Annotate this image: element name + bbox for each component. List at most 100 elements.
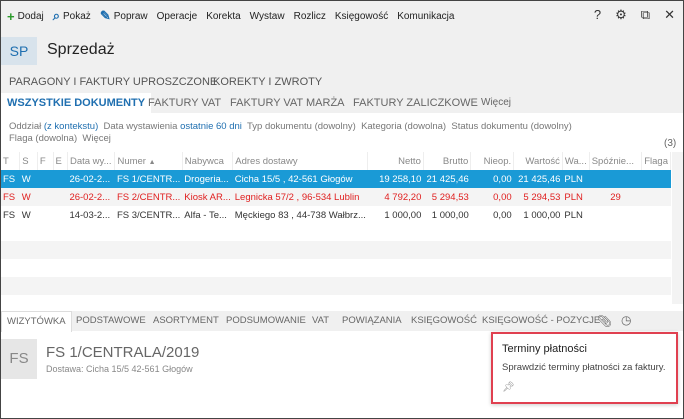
- filter-date[interactable]: Data wystawienia ostatnie 60 dni: [104, 121, 242, 132]
- tab-advance-invoices[interactable]: FAKTURY ZALICZKOWE: [347, 93, 484, 113]
- col-currency[interactable]: Wa...: [562, 152, 590, 170]
- table-cell: [642, 206, 671, 224]
- add-button[interactable]: + Dodaj: [7, 9, 44, 24]
- document-tabs: WSZYSTKIE DOKUMENTY FAKTURY VAT FAKTURY …: [1, 93, 683, 113]
- col-date[interactable]: Data wy...: [67, 152, 116, 170]
- restore-window-icon[interactable]: ⧉: [641, 7, 650, 23]
- filter-more[interactable]: Więcej: [82, 133, 111, 144]
- tab-vat[interactable]: VAT: [307, 311, 334, 331]
- table-cell: [641, 188, 671, 206]
- tab-receipts[interactable]: PARAGONY I FAKTURY UPROSZCZONE: [9, 76, 217, 88]
- table-cell: 1 000,00: [384, 209, 422, 221]
- top-tabs: PARAGONY I FAKTURY UPROSZCZONE KOREKTY I…: [1, 71, 683, 93]
- tab-accounting-items[interactable]: KSIĘGOWOŚĆ - POZYCJE: [477, 311, 605, 331]
- filter-bar: Oddział (z kontekstu) Data wystawienia o…: [9, 121, 572, 132]
- table-cell: FS: [3, 209, 16, 221]
- table-cell: 1 000,00: [431, 209, 469, 221]
- tab-margin-invoices[interactable]: FAKTURY VAT MARŻA: [224, 93, 351, 113]
- table-cell: [641, 170, 671, 188]
- col-t[interactable]: T: [1, 152, 21, 170]
- correction-menu[interactable]: Korekta: [206, 11, 240, 22]
- table-header: T S F E Data wy... Numer ▲ Nabywca Adres…: [1, 152, 671, 170]
- col-unpaid[interactable]: Nieop.: [470, 152, 515, 170]
- table-cell: [53, 206, 67, 224]
- tab-summary[interactable]: PODSUMOWANIE: [221, 311, 311, 331]
- table-cell: PLN: [562, 170, 590, 188]
- table-cell: FS 3/CENTR...: [116, 209, 181, 221]
- table-row[interactable]: FS W 26-02-2... FS 2/CENTR... Kiosk AR... Leg…: [1, 188, 671, 206]
- search-icon: ⌕: [52, 8, 61, 23]
- col-address[interactable]: Adres dostawy: [232, 152, 369, 170]
- notification-text: Sprawdzić terminy płatności za faktury.: [502, 362, 666, 373]
- communication-menu[interactable]: Komunikacja: [397, 11, 454, 22]
- pencil-icon: ✎: [99, 8, 111, 23]
- accounting-menu[interactable]: Księgowość: [335, 11, 388, 22]
- table-cell: 0,00: [470, 170, 514, 188]
- tab-accounting[interactable]: KSIĘGOWOŚĆ: [406, 311, 482, 331]
- issue-menu[interactable]: Wystaw: [250, 11, 285, 22]
- settle-menu[interactable]: Rozlicz: [294, 11, 326, 22]
- documents-table: T S F E Data wy... Numer ▲ Nabywca Adres…: [1, 152, 671, 224]
- table-cell: 0,00: [470, 188, 514, 206]
- tab-links[interactable]: POWIĄZANIA: [337, 311, 407, 331]
- tab-card[interactable]: WIZYTÓWKA: [1, 311, 72, 332]
- tab-assortment[interactable]: ASORTYMENT: [148, 311, 224, 331]
- history-icon[interactable]: ◷: [621, 313, 631, 327]
- table-cell: Drogeria...: [182, 170, 233, 188]
- operations-menu[interactable]: Operacje: [157, 11, 198, 22]
- filter-status[interactable]: Status dokumentu (dowolny): [451, 121, 571, 132]
- table-cell: W: [19, 170, 38, 188]
- col-f[interactable]: F: [37, 152, 54, 170]
- table-cell: 1 000,00: [523, 209, 561, 221]
- col-buyer[interactable]: Nabywca: [182, 152, 234, 170]
- table-row[interactable]: FS W 14-03-2... FS 3/CENTR... Alfa - Te... Mę…: [1, 206, 671, 224]
- table-cell: PLN: [564, 209, 583, 221]
- table-cell: 19 258,10: [367, 170, 424, 188]
- table-scrollbar[interactable]: [672, 152, 683, 304]
- table-cell: Legnicka 57/2 , 96-534 Lublin: [232, 188, 368, 206]
- edit-button[interactable]: ✎ Popraw: [100, 8, 148, 24]
- filter-category[interactable]: Kategoria (dowolna): [361, 121, 446, 132]
- table-cell: 5 294,53: [423, 188, 471, 206]
- notification-popup: Terminy płatności Sprawdzić terminy płat…: [491, 332, 678, 404]
- table-cell: [53, 188, 68, 206]
- table-cell: 4 792,20: [367, 188, 424, 206]
- pin-icon[interactable]: 📌︎: [502, 382, 667, 393]
- table-cell: 26-02-2...: [67, 170, 115, 188]
- show-button[interactable]: ⌕ Pokaż: [53, 8, 91, 24]
- col-number[interactable]: Numer ▲: [114, 152, 183, 170]
- filter-flag[interactable]: Flaga (dowolna): [9, 133, 77, 144]
- page-title: Sprzedaż: [47, 41, 115, 58]
- tab-all-documents[interactable]: WSZYSTKIE DOKUMENTY: [1, 93, 152, 113]
- col-delay[interactable]: Spóźnie...: [589, 152, 643, 170]
- gear-icon[interactable]: ⚙: [615, 7, 627, 23]
- col-s[interactable]: S: [19, 152, 38, 170]
- detail-tabs: WIZYTÓWKA PODSTAWOWE ASORTYMENT PODSUMOW…: [1, 311, 683, 332]
- tab-vat-invoices[interactable]: FAKTURY VAT: [142, 93, 227, 113]
- table-cell: 5 294,53: [513, 188, 563, 206]
- col-flag[interactable]: Flaga: [641, 152, 671, 170]
- filter-doc-type[interactable]: Typ dokumentu (dowolny): [247, 121, 356, 132]
- page-header: SP Sprzedaż: [1, 31, 683, 71]
- document-type-badge: FS: [1, 339, 37, 379]
- toolbar: + Dodaj ⌕ Pokaż ✎ Popraw Operacje Korekta W…: [1, 1, 683, 31]
- document-number: FS 1/CENTRALA/2019: [46, 344, 200, 361]
- paperclip-icon[interactable]: 📎︎: [597, 314, 612, 328]
- table-cell: FS: [1, 170, 20, 188]
- table-cell: 14-03-2...: [69, 209, 111, 221]
- tab-more[interactable]: Więcej: [475, 93, 517, 113]
- table-cell: W: [21, 209, 31, 221]
- tab-corrections[interactable]: KOREKTY I ZWROTY: [213, 76, 322, 88]
- table-cell: 21 425,46: [423, 170, 471, 188]
- col-e[interactable]: E: [53, 152, 68, 170]
- close-icon[interactable]: ✕: [664, 7, 675, 23]
- filter-branch[interactable]: Oddział (z kontekstu): [9, 121, 98, 132]
- delivery-address: Dostawa: Cicha 15/5 42-561 Głogów: [46, 364, 193, 374]
- help-icon[interactable]: ?: [594, 7, 601, 23]
- table-cell: 29: [589, 188, 642, 206]
- col-gross[interactable]: Brutto: [423, 152, 472, 170]
- tab-basic[interactable]: PODSTAWOWE: [71, 311, 151, 331]
- table-row[interactable]: FS W 26-02-2... FS 1/CENTR... Drogeria... Cic…: [1, 170, 671, 188]
- col-net[interactable]: Netto: [367, 152, 424, 170]
- col-value[interactable]: Wartość: [513, 152, 563, 170]
